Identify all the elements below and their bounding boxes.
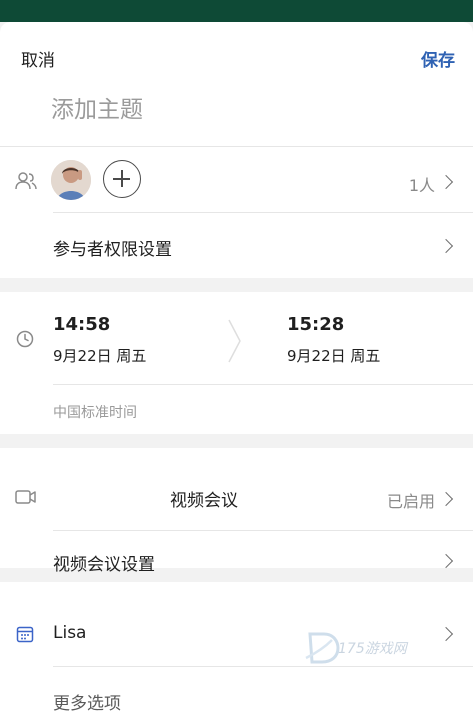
video-conference-card: 视频会议 已启用 视频会议设置 [0,448,473,575]
calendar-icon [16,626,34,643]
video-conference-title: 视频会议 [170,491,238,511]
start-date[interactable]: 9月22日 周五 [53,345,146,366]
avatar-image [51,160,91,200]
participant-permissions-label[interactable]: 参与者权限设置 [53,235,172,260]
video-conference-status[interactable]: 已启用 [387,488,435,512]
chevron-right-icon [228,319,241,363]
divider [53,384,473,385]
watermark: 175游戏网 [302,628,452,668]
chevron-right-icon[interactable] [438,491,454,507]
start-time[interactable]: 14:58 [53,314,110,335]
chevron-right-icon[interactable] [438,553,454,569]
top-bar [0,0,473,22]
event-editor-sheet: 取消 保存 添加主题 1人 参与者权限设置 14:58 9月22日 周五 15:… [0,22,473,720]
cancel-button[interactable]: 取消 [21,46,55,71]
timezone-label[interactable]: 中国标准时间 [53,402,137,422]
divider [0,146,473,147]
title-input[interactable]: 添加主题 [51,90,143,124]
watermark-logo-icon [305,632,340,664]
chevron-right-icon[interactable] [438,174,454,190]
video-settings-label[interactable]: 视频会议设置 [53,550,155,575]
avatar[interactable] [51,160,91,200]
chevron-right-icon[interactable] [438,238,454,254]
divider [53,212,473,213]
more-options-label[interactable]: 更多选项 [53,689,121,714]
time-card: 14:58 9月22日 周五 15:28 9月22日 周五 中国标准时间 [0,292,473,434]
end-date[interactable]: 9月22日 周五 [287,345,380,366]
calendar-name[interactable]: Lisa [53,623,86,643]
add-participant-button[interactable] [103,160,141,198]
participant-count[interactable]: 1人 [409,172,435,196]
people-icon [15,172,37,190]
divider [53,530,473,531]
end-time[interactable]: 15:28 [287,314,344,335]
save-button[interactable]: 保存 [421,46,455,71]
clock-icon [16,330,34,348]
video-camera-icon [15,490,36,504]
watermark-text: 175游戏网 [338,641,407,657]
header-participants-card: 取消 保存 添加主题 1人 参与者权限设置 [0,22,473,278]
